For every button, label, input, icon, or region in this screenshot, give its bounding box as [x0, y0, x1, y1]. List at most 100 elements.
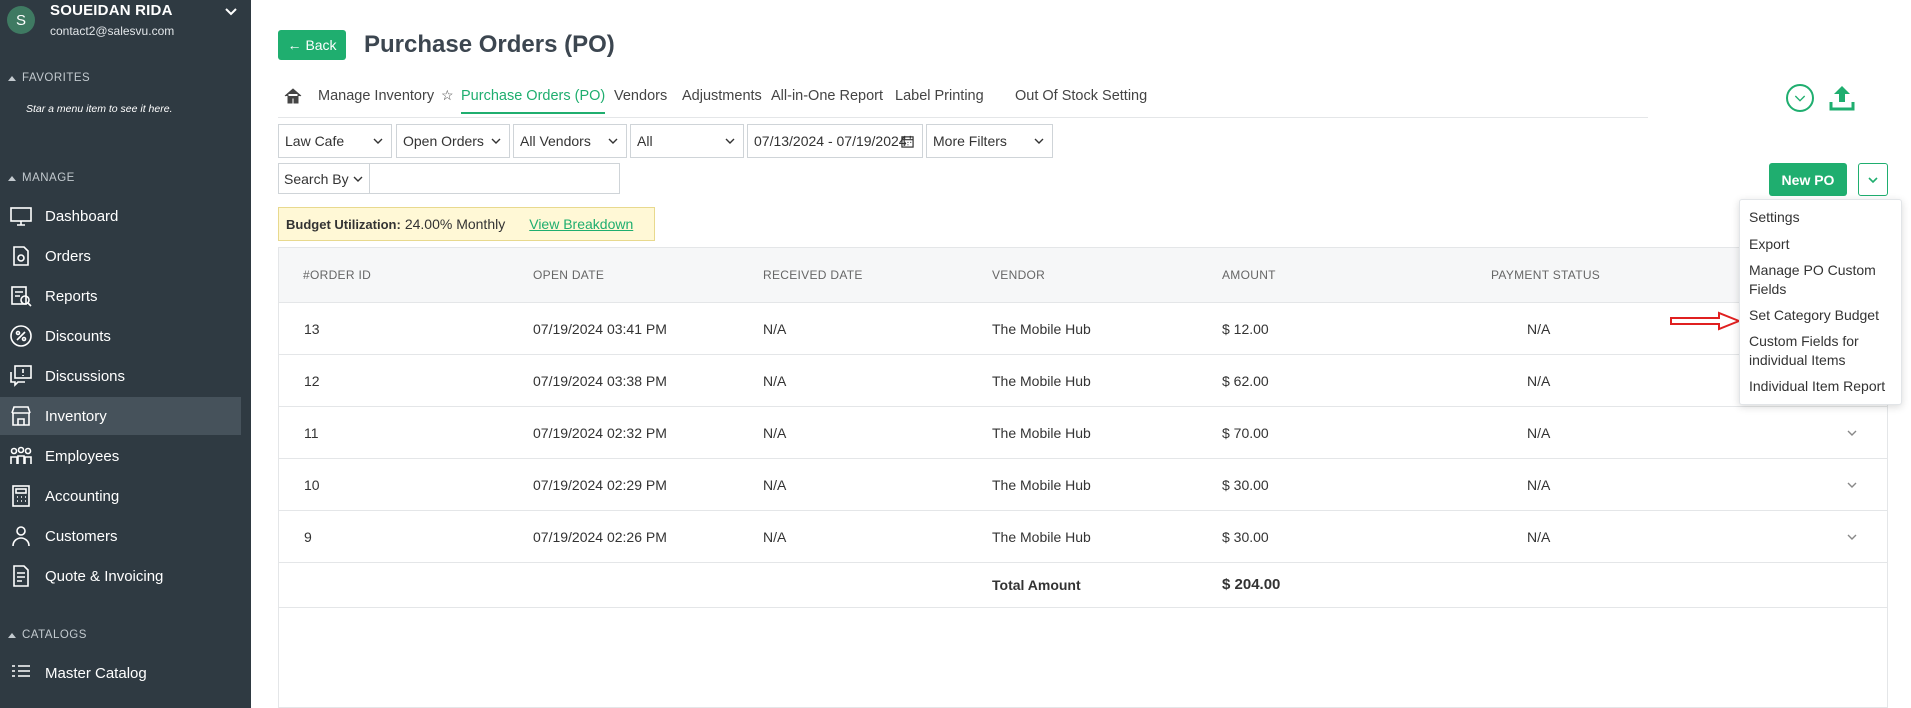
tab-bar: Manage Inventory ☆ Purchase Orders (PO) …: [278, 84, 1648, 118]
tab-out-of-stock-setting[interactable]: Out Of Stock Setting: [1015, 88, 1147, 104]
sidebar-item-accounting[interactable]: Accounting: [0, 477, 241, 515]
sidebar-item-dashboard[interactable]: Dashboard: [0, 197, 241, 235]
manage-section-header[interactable]: MANAGE: [8, 172, 75, 184]
home-icon[interactable]: [283, 86, 303, 106]
sidebar-item-orders[interactable]: Orders: [0, 237, 241, 275]
date-range-input[interactable]: 07/13/2024 - 07/19/2024: [747, 124, 923, 158]
column-header[interactable]: PAYMENT STATUS: [1491, 268, 1600, 282]
table-row[interactable]: 10 07/19/2024 02:29 PM N/A The Mobile Hu…: [279, 459, 1887, 511]
payment-status: N/A: [1527, 477, 1551, 493]
chevron-down-icon[interactable]: [1846, 531, 1858, 543]
star-icon[interactable]: ☆: [441, 87, 454, 104]
catalogs-section-header[interactable]: CATALOGS: [8, 629, 87, 641]
vendor: The Mobile Hub: [992, 373, 1091, 389]
sidebar-item-quote-invoicing[interactable]: Quote & Invoicing: [0, 557, 241, 595]
new-po-button[interactable]: New PO: [1769, 163, 1847, 196]
tab-purchase-orders[interactable]: Purchase Orders (PO): [461, 88, 606, 114]
back-button[interactable]: ← Back: [278, 30, 346, 60]
more-actions-button[interactable]: [1858, 163, 1888, 196]
column-header[interactable]: RECEIVED DATE: [763, 268, 863, 282]
monitor-icon: [8, 203, 34, 229]
open-date: 07/19/2024 03:41 PM: [533, 321, 667, 337]
chevron-down-icon[interactable]: [1846, 479, 1858, 491]
list-icon: [8, 660, 34, 686]
orders-icon: [8, 243, 34, 269]
customer-icon: [8, 523, 34, 549]
chevron-down-icon: [725, 138, 735, 144]
user-name: SOUEIDAN RIDA: [50, 2, 173, 19]
location-select[interactable]: Law Cafe: [278, 124, 392, 158]
actions-dropdown-menu: Settings Export Manage PO Custom Fields …: [1739, 199, 1902, 405]
sidebar-item-label: Employees: [45, 447, 120, 465]
received-date: N/A: [763, 477, 787, 493]
sidebar-item-inventory[interactable]: Inventory: [0, 397, 241, 435]
table-row[interactable]: 12 07/19/2024 03:38 PM N/A The Mobile Hu…: [279, 355, 1887, 407]
sidebar-item-reports[interactable]: Reports: [0, 277, 241, 315]
arrow-left-icon: ←: [287, 37, 302, 53]
table-row[interactable]: 9 07/19/2024 02:26 PM N/A The Mobile Hub…: [279, 511, 1887, 563]
open-date: 07/19/2024 03:38 PM: [533, 373, 667, 389]
order-status-select[interactable]: Open Orders: [396, 124, 510, 158]
menu-item-custom-fields-individual-items[interactable]: Custom Fields for individual Items: [1749, 332, 1899, 370]
payment-status: N/A: [1527, 321, 1551, 337]
chevron-down-icon: [608, 138, 618, 144]
amount: $ 30.00: [1222, 477, 1269, 493]
menu-item-individual-item-report[interactable]: Individual Item Report: [1749, 377, 1899, 396]
tab-manage-inventory[interactable]: Manage Inventory: [318, 88, 434, 104]
sidebar-item-label: Reports: [45, 287, 98, 305]
chevron-down-icon[interactable]: [1846, 427, 1858, 439]
sidebar-item-customers[interactable]: Customers: [0, 517, 241, 555]
tab-vendors[interactable]: Vendors: [614, 88, 667, 104]
column-header[interactable]: AMOUNT: [1222, 268, 1276, 282]
more-filters-value: More Filters: [933, 133, 1007, 149]
user-menu[interactable]: S SOUEIDAN RIDA contact2@salesvu.com: [0, 0, 251, 48]
calculator-icon: [8, 483, 34, 509]
collapse-toggle[interactable]: [1786, 84, 1814, 112]
favorites-section-header[interactable]: FAVORITES: [8, 72, 90, 84]
sidebar-item-label: Dashboard: [45, 207, 119, 225]
sidebar-item-label: Discussions: [45, 367, 126, 385]
vendor-select[interactable]: All Vendors: [513, 124, 627, 158]
column-header[interactable]: VENDOR: [992, 268, 1045, 282]
table-row[interactable]: 11 07/19/2024 02:32 PM N/A The Mobile Hu…: [279, 407, 1887, 459]
arrow-right-icon: [1670, 311, 1741, 331]
table-row[interactable]: 13 07/19/2024 03:41 PM N/A The Mobile Hu…: [279, 303, 1887, 355]
sidebar-item-label: Customers: [45, 527, 118, 545]
catalogs-label: CATALOGS: [22, 629, 87, 641]
open-date: 07/19/2024 02:26 PM: [533, 529, 667, 545]
column-header[interactable]: OPEN DATE: [533, 268, 604, 282]
favorites-label: FAVORITES: [22, 72, 91, 84]
date-range-value: 07/13/2024 - 07/19/2024: [754, 133, 907, 149]
view-breakdown-link[interactable]: View Breakdown: [529, 216, 633, 232]
total-amount: $ 204.00: [1222, 576, 1281, 593]
sidebar-item-discounts[interactable]: Discounts: [0, 317, 241, 355]
payment-status: N/A: [1527, 529, 1551, 545]
sidebar-item-label: Accounting: [45, 487, 120, 505]
search-input[interactable]: [369, 163, 620, 194]
search-by-select[interactable]: Search By: [278, 163, 370, 194]
more-filters-select[interactable]: More Filters: [926, 124, 1053, 158]
sidebar-item-master-catalog[interactable]: Master Catalog: [0, 654, 241, 692]
menu-item-manage-po-custom-fields[interactable]: Manage PO Custom Fields: [1749, 261, 1899, 299]
menu-item-export[interactable]: Export: [1749, 235, 1899, 254]
budget-label: Budget Utilization:: [286, 216, 401, 232]
tab-all-in-one-report[interactable]: All-in-One Report: [771, 88, 883, 104]
type-select[interactable]: All: [630, 124, 744, 158]
amount: $ 30.00: [1222, 529, 1269, 545]
vendor-value: All Vendors: [520, 133, 591, 149]
tab-adjustments[interactable]: Adjustments: [682, 88, 762, 104]
order-id: 10: [304, 477, 320, 493]
budget-utilization-banner: Budget Utilization: 24.00% Monthly View …: [278, 207, 655, 241]
menu-item-settings[interactable]: Settings: [1749, 208, 1899, 227]
vendor: The Mobile Hub: [992, 425, 1091, 441]
upload-icon[interactable]: [1829, 84, 1855, 112]
chevron-down-icon[interactable]: [223, 4, 239, 20]
sidebar-item-discussions[interactable]: Discussions: [0, 357, 241, 395]
sidebar-item-employees[interactable]: Employees: [0, 437, 241, 475]
tab-label-printing[interactable]: Label Printing: [895, 88, 984, 104]
column-header[interactable]: #ORDER ID: [303, 268, 371, 282]
chevron-down-icon: [373, 138, 383, 144]
favorites-note: Star a menu item to see it here.: [26, 103, 173, 115]
menu-item-set-category-budget[interactable]: Set Category Budget: [1749, 306, 1899, 325]
open-date: 07/19/2024 02:29 PM: [533, 477, 667, 493]
